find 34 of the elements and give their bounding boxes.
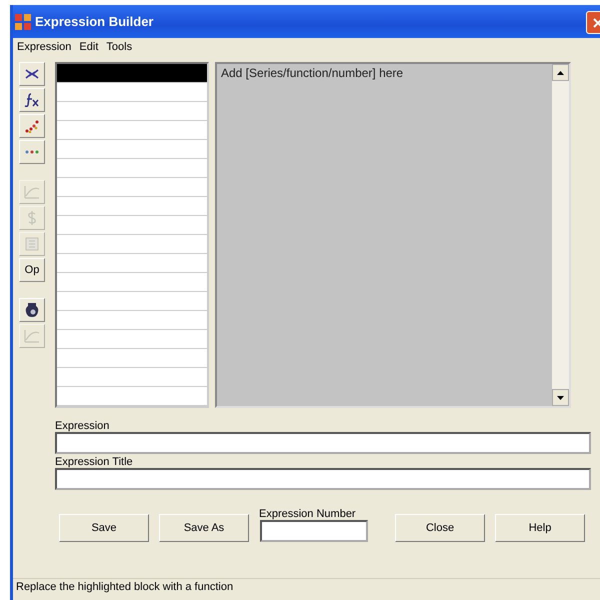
field-label: Expression (55, 420, 110, 432)
field-label: Expression Number (259, 508, 356, 520)
dollar-icon (27, 211, 37, 225)
toolbar-button[interactable] (19, 114, 45, 138)
sheet-icon (25, 237, 39, 251)
up-arrow-icon[interactable] (557, 70, 564, 74)
status-text: Replace the highlighted block with a function (13, 578, 600, 595)
dialog-button[interactable]: Help (495, 514, 585, 542)
function-icon (24, 93, 40, 107)
number-field[interactable] (260, 520, 368, 542)
menu-item[interactable]: Expression (17, 41, 72, 55)
window-title: Expression Builder (35, 14, 154, 29)
dialog-button[interactable]: Close (395, 514, 485, 542)
toolbar-button[interactable] (19, 88, 45, 112)
menu-item[interactable]: Tools (106, 41, 132, 55)
dialog-button[interactable]: Save (59, 514, 149, 542)
dialog-button[interactable]: Save As (159, 514, 249, 542)
scatter-icon (25, 119, 39, 133)
list-row[interactable] (57, 64, 207, 83)
editor-text: Add [Series/function/number] here (220, 65, 404, 82)
down-arrow-icon[interactable] (557, 396, 564, 400)
chart-icon (24, 185, 40, 199)
jar-icon (25, 302, 39, 318)
toolbar-button[interactable]: Op (19, 258, 45, 282)
expression-title-field[interactable] (55, 468, 591, 490)
menu-item[interactable]: Edit (79, 41, 98, 55)
field-label: Expression Title (55, 456, 133, 468)
app-icon (15, 14, 31, 30)
toolbar-button[interactable] (19, 62, 45, 86)
chart-icon (24, 329, 40, 343)
expression-field[interactable] (55, 432, 591, 454)
close-icon[interactable] (592, 18, 600, 28)
toolbar-button[interactable] (19, 298, 45, 322)
dots-icon (25, 150, 39, 154)
